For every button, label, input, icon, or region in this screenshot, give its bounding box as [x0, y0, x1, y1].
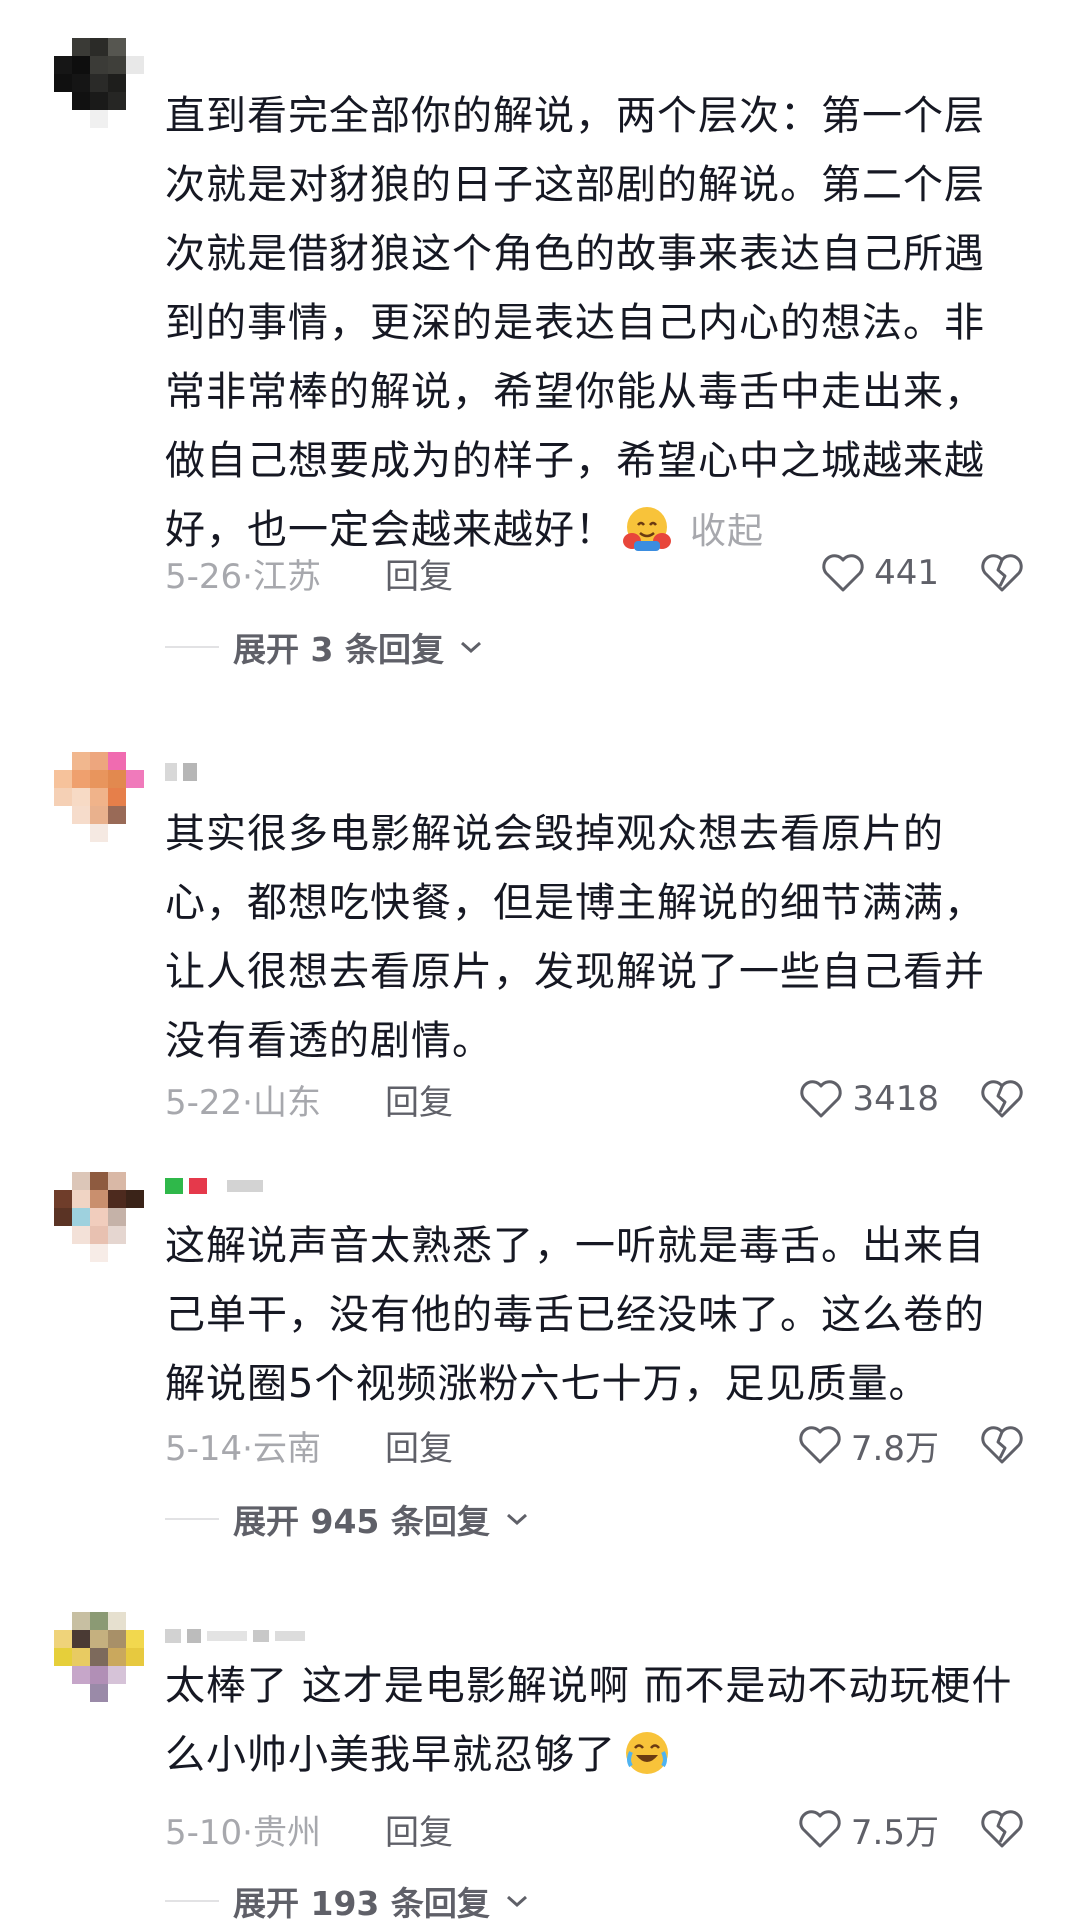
username[interactable]	[165, 758, 197, 786]
comment-meta: 5-26·江苏 回复 441	[165, 548, 1025, 598]
broken-heart-icon[interactable]	[979, 552, 1025, 594]
like-button[interactable]: 7.5万	[797, 1805, 939, 1854]
crying-laughing-emoji-icon	[626, 1732, 668, 1774]
like-count: 7.8万	[850, 1428, 939, 1469]
like-count: 7.5万	[850, 1812, 939, 1853]
broken-heart-icon[interactable]	[979, 1424, 1025, 1466]
chevron-down-icon	[506, 1513, 527, 1526]
username[interactable]	[165, 1172, 263, 1200]
broken-heart-icon[interactable]	[979, 1808, 1025, 1850]
avatar[interactable]	[54, 1612, 144, 1702]
comment-body: 直到看完全部你的解说，两个层次：第一个层次就是对豺狼的日子这部剧的解说。第二个层…	[165, 93, 985, 553]
avatar[interactable]	[54, 1172, 144, 1262]
heart-icon	[800, 1080, 843, 1118]
divider-line	[165, 1900, 219, 1902]
chevron-down-icon	[506, 1895, 527, 1908]
broken-heart-icon[interactable]	[979, 1078, 1025, 1120]
like-count: 441	[874, 553, 939, 593]
username[interactable]	[165, 1622, 305, 1650]
collapse-button[interactable]: 收起	[690, 511, 764, 552]
comment-meta: 5-10·贵州 回复 7.5万	[165, 1804, 1025, 1854]
comment-body: 其实很多电影解说会毁掉观众想去看原片的心，都想吃快餐，但是博主解说的细节满满，让…	[165, 811, 985, 1064]
expand-replies-label: 展开 3 条回复	[233, 630, 444, 669]
expand-replies-button[interactable]: 展开 3 条回复	[165, 622, 484, 672]
avatar[interactable]	[54, 752, 144, 842]
comment-body: 太棒了 这才是电影解说啊 而不是动不动玩梗什么小帅小美我早就忍够了	[165, 1663, 1013, 1778]
reply-button[interactable]: 回复	[385, 549, 453, 598]
reply-button[interactable]: 回复	[385, 1421, 453, 1470]
comment-body: 这解说声音太熟悉了，一听就是毒舌。出来自己单干，没有他的毒舌已经没味了。这么卷的…	[165, 1223, 985, 1407]
avatar[interactable]	[54, 38, 144, 128]
expand-replies-button[interactable]: 展开 945 条回复	[165, 1494, 530, 1544]
divider-line	[165, 1518, 219, 1520]
like-button[interactable]: 7.8万	[797, 1421, 939, 1470]
comment-text: 太棒了 这才是电影解说啊 而不是动不动玩梗什么小帅小美我早就忍够了	[165, 1652, 1025, 1792]
expand-replies-label: 展开 945 条回复	[233, 1502, 490, 1541]
heart-icon	[799, 1810, 841, 1848]
comment-text: 这解说声音太熟悉了，一听就是毒舌。出来自己单干，没有他的毒舌已经没味了。这么卷的…	[165, 1212, 1025, 1422]
heart-icon	[799, 1426, 841, 1464]
expand-replies-label: 展开 193 条回复	[233, 1884, 490, 1923]
comment-date: 5-26·江苏	[165, 556, 321, 597]
heart-icon	[822, 554, 864, 592]
comment-text: 直到看完全部你的解说，两个层次：第一个层次就是对豺狼的日子这部剧的解说。第二个层…	[165, 82, 1025, 553]
divider-line	[165, 646, 219, 648]
comment-meta: 5-14·云南 回复 7.8万	[165, 1420, 1025, 1470]
chevron-down-icon	[460, 641, 481, 654]
comment-date: 5-10·贵州	[165, 1812, 321, 1853]
expand-replies-button[interactable]: 展开 193 条回复	[165, 1876, 530, 1926]
comment-date: 5-14·云南	[165, 1428, 321, 1469]
reply-button[interactable]: 回复	[385, 1075, 453, 1124]
like-button[interactable]: 441	[820, 552, 939, 594]
like-button[interactable]: 3418	[798, 1078, 939, 1120]
comment-date: 5-22·山东	[165, 1082, 321, 1123]
like-count: 3418	[852, 1079, 939, 1119]
comment-meta: 5-22·山东 回复 3418	[165, 1074, 1025, 1124]
hug-emoji-icon	[623, 507, 671, 551]
comment-text: 其实很多电影解说会毁掉观众想去看原片的心，都想吃快餐，但是博主解说的细节满满，让…	[165, 800, 1025, 1080]
reply-button[interactable]: 回复	[385, 1805, 453, 1854]
